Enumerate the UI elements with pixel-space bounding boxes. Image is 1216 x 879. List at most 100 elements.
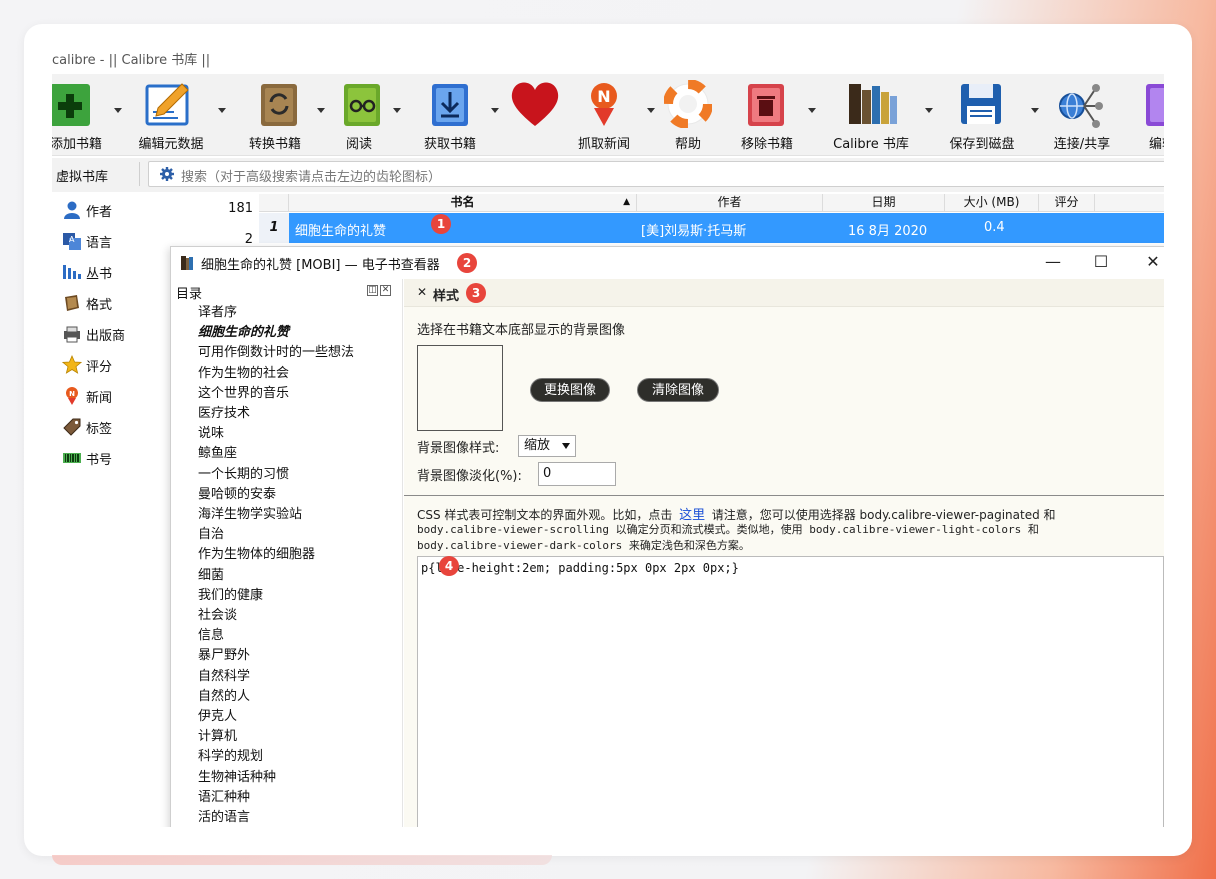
fetch-news-button[interactable]: N 抓取新闻 xyxy=(572,74,664,156)
toc-item[interactable]: 计算机 xyxy=(198,725,237,744)
toc-item[interactable]: 我们的健康 xyxy=(198,584,263,603)
edit-metadata-icon xyxy=(145,83,189,126)
edit-metadata-button[interactable]: 编辑元数据 xyxy=(134,74,234,156)
toc-item[interactable]: 细菌 xyxy=(198,564,224,583)
toc-item[interactable]: 语汇种种 xyxy=(198,786,250,805)
calibre-library-button[interactable]: Calibre 书库 xyxy=(827,74,935,156)
help-button[interactable]: 帮助 xyxy=(664,74,716,156)
table-row[interactable]: 1 细胞生命的礼赞 [美]刘易斯·托马斯 16 8月 2020 0.4 xyxy=(259,213,1164,243)
add-book-dropdown-arrow[interactable] xyxy=(114,108,122,113)
svg-text:N: N xyxy=(69,390,75,398)
float-panel-icon[interactable]: ◫ xyxy=(367,285,378,296)
column-title-label: 书名 xyxy=(450,195,475,209)
main-toolbar: 添加书籍 编辑元数据 转换书籍 阅读 获取书籍 N 抓取新闻 帮助 移除书籍 C… xyxy=(52,74,1164,156)
chevron-down-icon xyxy=(562,443,570,449)
remove-book-icon xyxy=(748,84,784,126)
get-books-dropdown-arrow[interactable] xyxy=(491,108,499,113)
column-header-author[interactable]: 作者 xyxy=(637,194,823,212)
tag-browser-item-label: 新闻 xyxy=(86,391,113,406)
toc-item[interactable]: 自然科学 xyxy=(198,665,250,684)
svg-text:N: N xyxy=(597,87,610,106)
toc-item[interactable]: 伊克人 xyxy=(198,705,237,724)
read-book-button[interactable]: 阅读 xyxy=(334,74,404,156)
toc-item[interactable]: 鲸鱼座 xyxy=(198,442,237,461)
edit-book-button[interactable]: 编辑 xyxy=(1130,74,1164,156)
save-dropdown-arrow[interactable] xyxy=(1031,108,1039,113)
close-window-button[interactable]: ✕ xyxy=(1141,251,1164,275)
save-disk-icon xyxy=(961,84,1001,124)
clear-image-button[interactable]: 清除图像 xyxy=(637,378,719,402)
toc-item[interactable]: 社会谈 xyxy=(198,604,237,623)
gear-icon[interactable] xyxy=(159,166,175,182)
toc-panel-controls: ◫ ✕ xyxy=(367,285,395,297)
toc-item[interactable]: 作为生物的社会 xyxy=(198,362,289,381)
author-icon xyxy=(64,201,80,219)
maximize-button[interactable]: ☐ xyxy=(1089,251,1113,275)
close-icon[interactable]: ✕ xyxy=(417,285,427,299)
toc-title: 目录 xyxy=(176,287,203,302)
edit-metadata-dropdown-arrow[interactable] xyxy=(218,108,226,113)
svg-text:A: A xyxy=(69,235,75,244)
toc-item[interactable]: 活的语言 xyxy=(198,806,250,825)
tag-icon xyxy=(63,418,81,436)
bg-image-preview xyxy=(417,345,503,431)
column-header-title[interactable]: 书名 ▲ xyxy=(289,194,637,212)
remove-dropdown-arrow[interactable] xyxy=(808,108,816,113)
tag-browser-item-label: 丛书 xyxy=(86,267,113,282)
css-editor-textarea[interactable]: p{line-height:2em; padding:5px 0px 2px 0… xyxy=(417,556,1164,827)
toc-item[interactable]: 自然的人 xyxy=(198,685,250,704)
save-to-disk-button[interactable]: 保存到磁盘 xyxy=(945,74,1045,156)
convert-book-button[interactable]: 转换书籍 xyxy=(242,74,336,156)
tag-browser-item-label: 标签 xyxy=(86,422,113,437)
minimize-button[interactable]: — xyxy=(1041,251,1065,275)
library-dropdown-arrow[interactable] xyxy=(925,108,933,113)
tag-browser-item-author[interactable]: 作者 181 xyxy=(62,198,257,222)
column-header-rating[interactable]: 评分 xyxy=(1039,194,1095,212)
toc-item[interactable]: 生物神话种种 xyxy=(198,766,276,785)
virtual-library-button[interactable]: 虚拟书库 xyxy=(56,166,108,185)
css-desc-text: 请注意，您可以使用选择器 body.calibre-viewer-paginat… xyxy=(711,508,1056,522)
toc-item[interactable]: 这个世界的音乐 xyxy=(198,382,289,401)
read-dropdown-arrow[interactable] xyxy=(393,108,401,113)
fetch-news-dropdown-arrow[interactable] xyxy=(647,108,655,113)
search-separator xyxy=(139,162,140,186)
convert-dropdown-arrow[interactable] xyxy=(317,108,325,113)
ebook-viewer-window: 细胞生命的礼赞 [MOBI] — 电子书查看器 2 — ☐ ✕ 目录 ◫ ✕ 译者… xyxy=(170,246,1164,827)
search-bar-row: 虚拟书库 搜索（对于高级搜索请点击左边的齿轮图标） xyxy=(52,158,1164,192)
toc-item[interactable]: 海洋生物学实验站 xyxy=(198,503,302,522)
toc-item[interactable]: 医疗技术 xyxy=(198,402,250,421)
toc-item[interactable]: 可用作倒数计时的一些想法 xyxy=(198,341,354,360)
tag-browser-item-label: 评分 xyxy=(86,360,113,375)
connect-share-button[interactable]: 连接/共享 xyxy=(1050,74,1126,156)
change-image-button[interactable]: 更换图像 xyxy=(530,378,610,402)
toc-item[interactable]: 暴尸野外 xyxy=(198,644,250,663)
toc-item[interactable]: 科学的规划 xyxy=(198,745,263,764)
tag-browser-item-label: 语言 xyxy=(86,236,113,251)
toc-item[interactable]: 作为生物体的细胞器 xyxy=(198,543,315,562)
tag-browser-item-label: 出版商 xyxy=(86,329,126,344)
column-header-size[interactable]: 大小 (MB) xyxy=(945,194,1039,212)
search-input[interactable]: 搜索（对于高级搜索请点击左边的齿轮图标） xyxy=(148,161,1164,187)
toc-item[interactable]: 说味 xyxy=(198,422,224,441)
column-header-date[interactable]: 日期 xyxy=(823,194,945,212)
toc-item[interactable]: 信息 xyxy=(198,624,224,643)
donate-button[interactable] xyxy=(504,74,570,156)
get-books-button[interactable]: 获取书籍 xyxy=(420,74,506,156)
remove-book-button[interactable]: 移除书籍 xyxy=(732,74,824,156)
toc-item[interactable]: 译者序 xyxy=(198,301,237,320)
add-book-button[interactable]: 添加书籍 xyxy=(52,74,130,156)
toc-item[interactable]: 曼哈顿的安泰 xyxy=(198,483,276,502)
viewer-title: 细胞生命的礼赞 [MOBI] — 电子书查看器 xyxy=(201,258,440,273)
calibre-main-window: calibre - || Calibre 书库 || 添加书籍 编辑元数据 转换… xyxy=(52,44,1164,827)
language-icon: A xyxy=(63,233,81,250)
bg-style-select[interactable]: 缩放 xyxy=(518,435,576,457)
close-panel-icon[interactable]: ✕ xyxy=(380,285,391,296)
toc-item[interactable]: 一个长期的习惯 xyxy=(198,463,289,482)
donate-heart-icon xyxy=(511,82,559,126)
toc-item[interactable]: 细胞生命的礼赞 xyxy=(198,321,289,340)
connect-share-icon xyxy=(1059,84,1103,128)
bg-fade-input[interactable]: 0 xyxy=(538,462,616,486)
book-author-cell: [美]刘易斯·托马斯 xyxy=(641,224,747,239)
toc-item[interactable]: 自治 xyxy=(198,523,224,542)
read-book-label: 阅读 xyxy=(345,137,373,152)
